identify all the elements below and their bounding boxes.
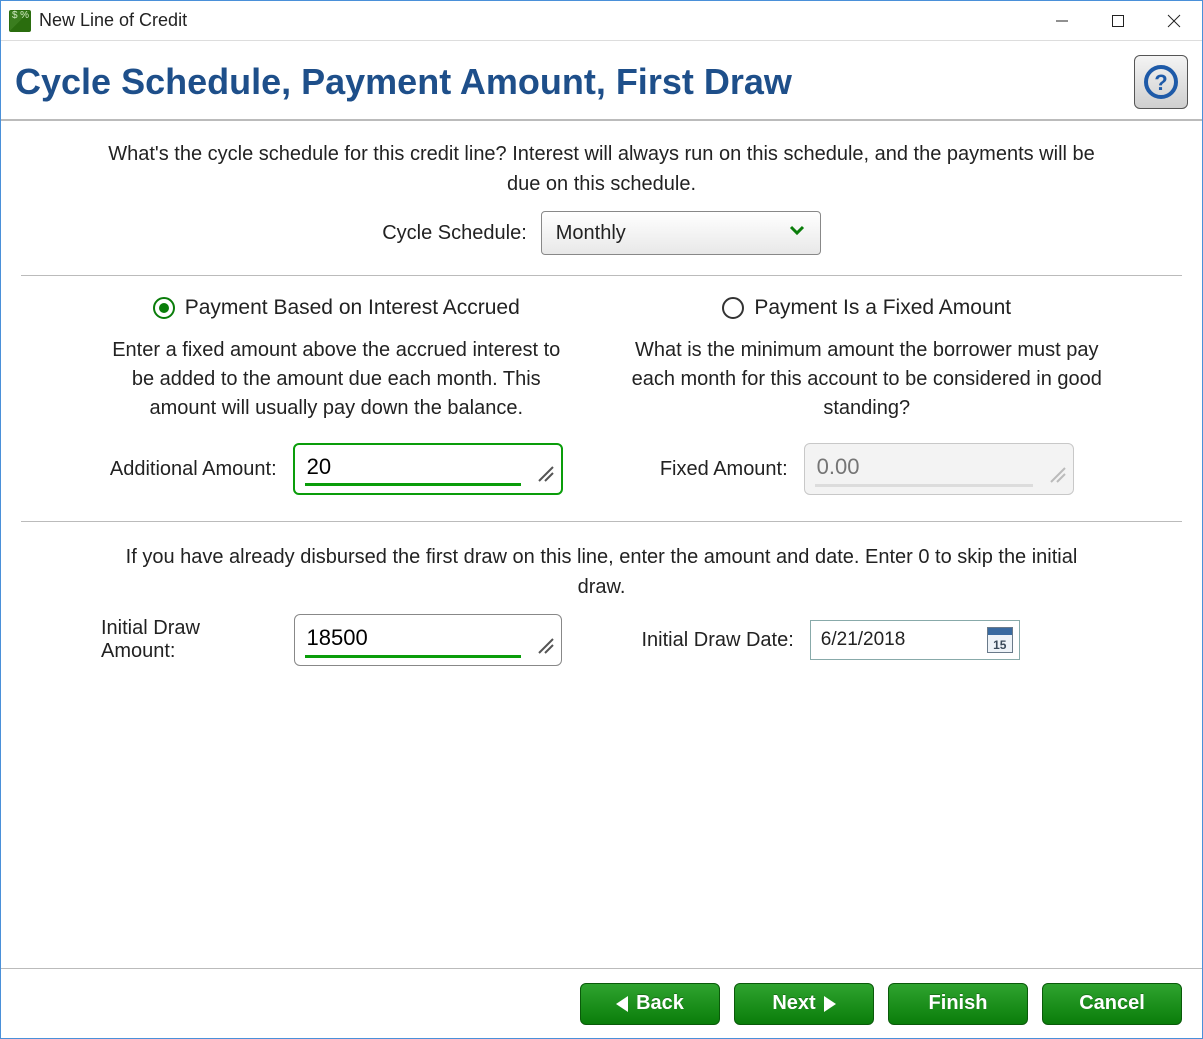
window-title: New Line of Credit <box>39 10 187 31</box>
fixed-amount-row: Fixed Amount: <box>660 443 1074 495</box>
content-area: What's the cycle schedule for this credi… <box>1 121 1202 968</box>
input-underline <box>305 483 521 486</box>
divider <box>21 275 1182 276</box>
cycle-schedule-value: Monthly <box>556 222 626 245</box>
svg-text:?: ? <box>1154 70 1167 95</box>
initial-draw-date-col: Initial Draw Date: 6/21/2018 15 <box>642 614 1103 666</box>
additional-amount-field[interactable] <box>293 443 563 495</box>
finish-button[interactable]: Finish <box>888 983 1028 1025</box>
initial-draw-date-value: 6/21/2018 <box>821 629 979 651</box>
app-icon <box>9 10 31 32</box>
cycle-intro-text: What's the cycle schedule for this credi… <box>101 139 1102 199</box>
help-icon: ? <box>1143 64 1179 100</box>
input-underline <box>305 655 521 658</box>
calendar-icon[interactable]: 15 <box>987 627 1013 653</box>
initial-draw-date-field[interactable]: 6/21/2018 15 <box>810 620 1020 660</box>
initial-draw-amount-col: Initial Draw Amount: <box>101 614 562 666</box>
cycle-schedule-select[interactable]: Monthly <box>541 211 821 255</box>
resize-grip-icon <box>533 633 555 661</box>
initial-draw-amount-field[interactable] <box>294 614 562 666</box>
page-header: Cycle Schedule, Payment Amount, First Dr… <box>1 41 1202 121</box>
titlebar: New Line of Credit <box>1 1 1202 41</box>
resize-grip-icon <box>533 461 555 489</box>
close-button[interactable] <box>1146 1 1202 41</box>
cycle-schedule-label: Cycle Schedule: <box>382 222 527 245</box>
fixed-amount-field <box>804 443 1074 495</box>
interest-radio[interactable] <box>153 297 175 319</box>
window-controls <box>1034 1 1202 41</box>
back-button-label: Back <box>636 992 684 1015</box>
minimize-icon <box>1055 14 1069 28</box>
fixed-amount-input <box>817 448 1033 486</box>
fixed-amount-label: Fixed Amount: <box>660 458 788 481</box>
maximize-icon <box>1111 14 1125 28</box>
minimize-button[interactable] <box>1034 1 1090 41</box>
additional-amount-row: Additional Amount: <box>110 443 563 495</box>
finish-button-label: Finish <box>929 992 988 1015</box>
close-icon <box>1167 14 1181 28</box>
triangle-right-icon <box>824 996 836 1012</box>
additional-amount-label: Additional Amount: <box>110 458 277 481</box>
triangle-left-icon <box>616 996 628 1012</box>
fixed-radio-row[interactable]: Payment Is a Fixed Amount <box>722 296 1011 320</box>
interest-radio-row[interactable]: Payment Based on Interest Accrued <box>153 296 520 320</box>
cancel-button[interactable]: Cancel <box>1042 983 1182 1025</box>
next-button[interactable]: Next <box>734 983 874 1025</box>
window-frame: New Line of Credit Cycle Schedule, Payme… <box>0 0 1203 1039</box>
initial-draw-amount-input[interactable] <box>307 619 521 657</box>
cycle-schedule-row: Cycle Schedule: Monthly <box>101 211 1102 255</box>
input-underline <box>815 484 1033 487</box>
cancel-button-label: Cancel <box>1079 992 1145 1015</box>
wizard-footer: Back Next Finish Cancel <box>1 968 1202 1038</box>
additional-amount-input[interactable] <box>307 449 521 485</box>
draw-intro-text: If you have already disbursed the first … <box>101 542 1102 602</box>
payment-options: Payment Based on Interest Accrued Enter … <box>101 296 1102 495</box>
interest-radio-label: Payment Based on Interest Accrued <box>185 296 520 320</box>
divider <box>21 521 1182 522</box>
initial-draw-row: Initial Draw Amount: Initial Draw Date: … <box>101 614 1102 666</box>
interest-description: Enter a fixed amount above the accrued i… <box>101 336 572 423</box>
fixed-radio[interactable] <box>722 297 744 319</box>
interest-accrued-column: Payment Based on Interest Accrued Enter … <box>101 296 572 495</box>
page-title: Cycle Schedule, Payment Amount, First Dr… <box>15 61 792 103</box>
fixed-radio-label: Payment Is a Fixed Amount <box>754 296 1011 320</box>
fixed-description: What is the minimum amount the borrower … <box>632 336 1103 423</box>
maximize-button[interactable] <box>1090 1 1146 41</box>
resize-grip-icon <box>1045 462 1067 490</box>
next-button-label: Next <box>772 992 815 1015</box>
initial-draw-amount-label: Initial Draw Amount: <box>101 617 278 663</box>
help-button[interactable]: ? <box>1134 55 1188 109</box>
back-button[interactable]: Back <box>580 983 720 1025</box>
initial-draw-date-label: Initial Draw Date: <box>642 629 794 652</box>
fixed-amount-column: Payment Is a Fixed Amount What is the mi… <box>632 296 1103 495</box>
chevron-down-icon <box>788 221 806 245</box>
